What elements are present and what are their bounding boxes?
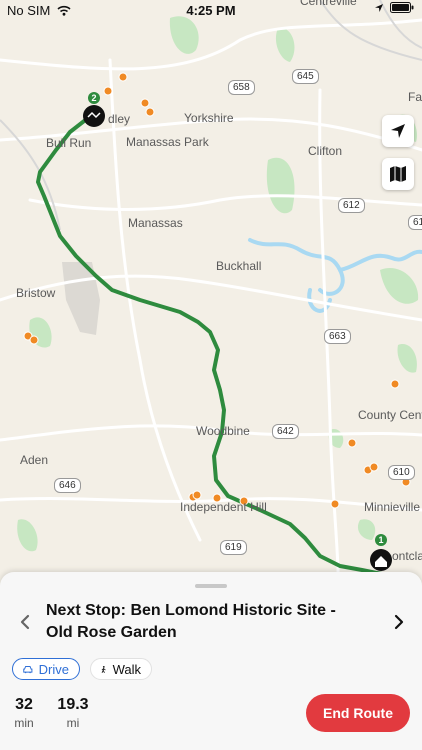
route-shield: 663	[324, 329, 351, 344]
battery-icon	[390, 2, 414, 13]
map-type-button[interactable]	[382, 158, 414, 190]
sheet-grabber[interactable]	[195, 584, 227, 588]
label-aden: Aden	[20, 453, 49, 467]
previous-stop-button[interactable]	[16, 610, 34, 634]
start-marker-number: 2	[91, 93, 96, 103]
route-shield: 645	[292, 69, 319, 84]
label-manassas: Manassas	[128, 216, 183, 230]
duration-value: 32	[15, 696, 33, 713]
route-sheet: Next Stop: Ben Lomond Historic Site - Ol…	[0, 572, 422, 750]
map-icon	[390, 166, 406, 182]
label-fair: Fai	[408, 90, 422, 104]
label-woodbine: Woodbine	[196, 424, 250, 438]
label-bristow: Bristow	[16, 286, 56, 300]
end-marker-number: 1	[378, 535, 383, 545]
route-shield: 612	[338, 198, 365, 213]
duration-stat: 32 min	[12, 696, 36, 730]
distance-unit: mi	[66, 716, 80, 730]
walk-mode-label: Walk	[112, 661, 141, 677]
label-montclair: ontclair	[392, 549, 422, 563]
walking-person-icon	[101, 665, 106, 673]
route-shield: 646	[54, 478, 81, 493]
walk-mode-button[interactable]: Walk	[90, 658, 152, 680]
label-minnieville: Minnieville	[364, 500, 421, 514]
navigation-arrow-icon	[391, 124, 405, 138]
route-shield: 610	[388, 465, 415, 480]
route-shield: 642	[272, 424, 299, 439]
location-arrow-icon	[375, 3, 383, 12]
label-yorkshire: Yorkshire	[184, 111, 234, 125]
status-right	[374, 2, 414, 13]
route-shield: 61	[408, 215, 422, 230]
chevron-right-icon	[394, 614, 404, 630]
distance-stat: 19.3 mi	[56, 696, 90, 730]
label-manassas-park: Manassas Park	[126, 135, 209, 149]
status-time: 4:25 PM	[186, 3, 236, 18]
label-independent-hill: Independent Hill	[180, 500, 267, 514]
next-stop-title: Next Stop: Ben Lomond Historic Site - Ol…	[46, 602, 336, 641]
label-bradley: dley	[108, 112, 131, 126]
distance-value: 19.3	[57, 696, 89, 713]
status-bar: No SIM 4:25 PM	[0, 0, 422, 22]
drive-mode-label: Drive	[38, 661, 69, 677]
car-icon	[23, 665, 33, 673]
end-route-button[interactable]: End Route	[306, 694, 410, 732]
next-stop-button[interactable]	[390, 610, 408, 634]
label-bull-run: Bull Run	[46, 136, 92, 150]
label-clifton: Clifton	[308, 144, 343, 158]
chevron-left-icon	[20, 614, 30, 630]
route-shield: 619	[220, 540, 247, 555]
label-county-center: County Cent	[358, 408, 422, 422]
recenter-button[interactable]	[382, 115, 414, 147]
duration-unit: min	[14, 716, 34, 730]
label-buckhall: Buckhall	[216, 259, 262, 273]
drive-mode-button[interactable]: Drive	[12, 658, 80, 680]
route-shield: 658	[228, 80, 255, 95]
